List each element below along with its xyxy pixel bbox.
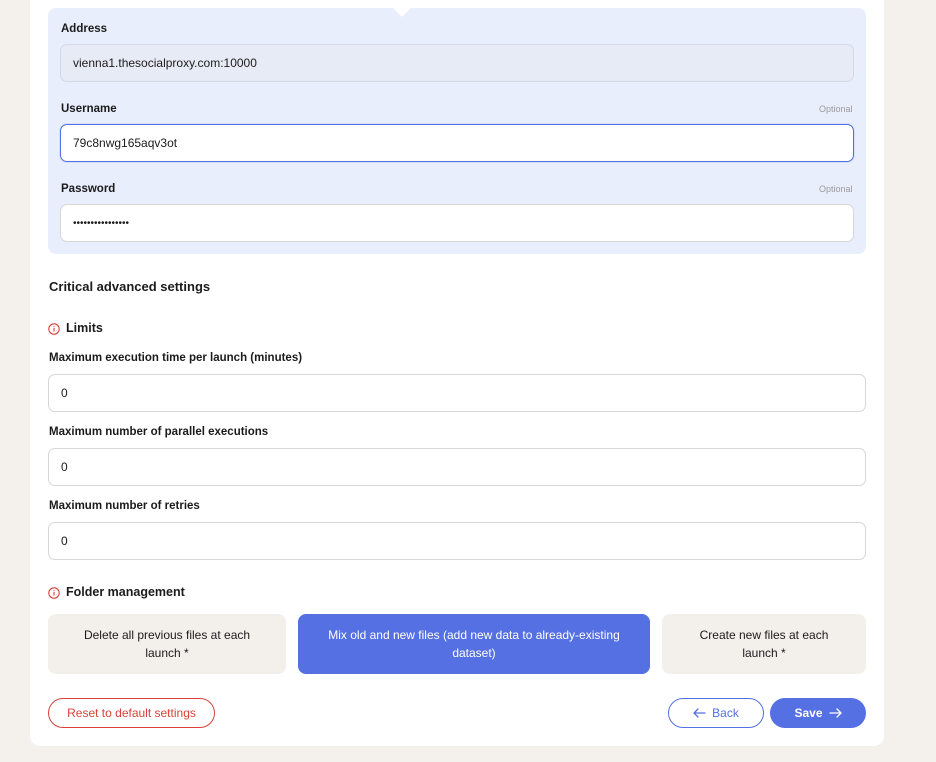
folder-option-label: Create new files at each launch * <box>699 628 829 660</box>
username-label: Username <box>61 103 117 115</box>
arrow-left-icon <box>693 708 706 718</box>
save-button-label: Save <box>794 706 823 720</box>
folder-option-mix[interactable]: Mix old and new files (add new data to a… <box>298 614 650 674</box>
folder-option-label: Delete all previous files at each launch… <box>83 628 251 660</box>
folder-option-label: Mix old and new files (add new data to a… <box>328 628 620 660</box>
max-retries-field[interactable] <box>48 522 866 560</box>
folder-management-title: Folder management <box>66 585 185 599</box>
password-label: Password <box>61 183 116 195</box>
max-retries-label: Maximum number of retries <box>49 500 200 512</box>
back-button-label: Back <box>712 706 739 720</box>
folder-option-delete[interactable]: Delete all previous files at each launch… <box>48 614 286 674</box>
folder-option-create[interactable]: Create new files at each launch * <box>662 614 866 674</box>
max-exec-label: Maximum execution time per launch (minut… <box>49 352 303 364</box>
arrow-right-icon <box>828 708 842 718</box>
reset-button[interactable]: Reset to default settings <box>48 698 215 728</box>
username-optional-hint: Optional <box>819 104 853 114</box>
address-label: Address <box>61 23 108 35</box>
max-exec-field[interactable] <box>48 374 866 412</box>
warning-icon <box>48 587 60 599</box>
warning-icon <box>48 323 60 335</box>
limits-title: Limits <box>66 321 103 335</box>
address-field[interactable] <box>60 44 854 82</box>
back-button[interactable]: Back <box>668 698 764 728</box>
password-optional-hint: Optional <box>819 184 853 194</box>
password-field[interactable] <box>60 204 854 242</box>
max-parallel-field[interactable] <box>48 448 866 486</box>
reset-button-label: Reset to default settings <box>67 706 196 720</box>
advanced-settings-title: Critical advanced settings <box>49 279 211 294</box>
username-field[interactable] <box>60 124 854 162</box>
save-button[interactable]: Save <box>770 698 866 728</box>
max-parallel-label: Maximum number of parallel executions <box>49 426 269 438</box>
